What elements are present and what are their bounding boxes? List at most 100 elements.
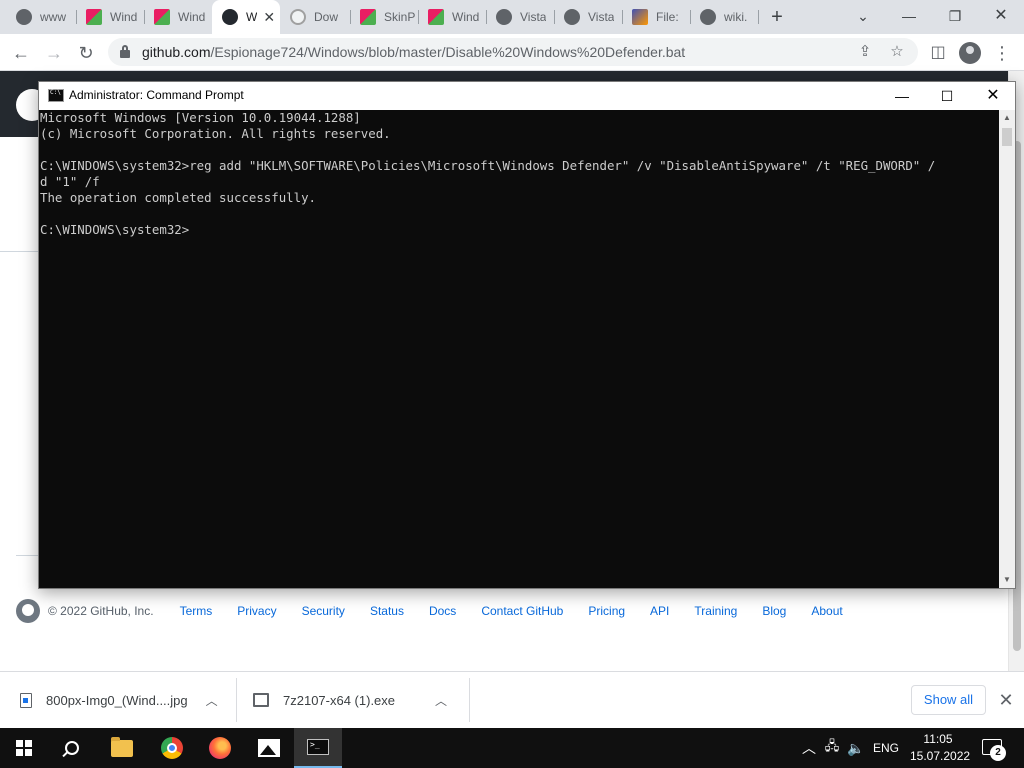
- file-icon: [632, 9, 648, 25]
- cmd-titlebar[interactable]: Administrator: Command Prompt — ☐ ✕: [39, 82, 1015, 110]
- browser-tab[interactable]: Vista: [486, 4, 552, 30]
- tab-title: Wind: [110, 10, 138, 24]
- taskbar-command-prompt[interactable]: [294, 728, 342, 768]
- footer-link-privacy[interactable]: Privacy: [237, 604, 276, 618]
- scrollbar-thumb[interactable]: [1002, 128, 1012, 146]
- tab-title: SkinP: [384, 10, 416, 24]
- footer-link-pricing[interactable]: Pricing: [588, 604, 625, 618]
- show-all-button[interactable]: Show all: [911, 685, 986, 715]
- address-bar[interactable]: github.com/Espionage724/Windows/blob/mas…: [108, 38, 918, 66]
- browser-tab[interactable]: Wind: [418, 4, 484, 30]
- image-file-icon: [20, 692, 32, 708]
- tab-title: Vista: [520, 10, 547, 24]
- close-tab-icon[interactable]: ✕: [263, 9, 275, 26]
- browser-tab-strip: www Wind Wind W ✕ Dow SkinP Wind Vista V…: [0, 0, 1024, 34]
- close-window-icon[interactable]: ✕: [989, 4, 1013, 28]
- url-text[interactable]: github.com/Espionage724/Windows/blob/mas…: [142, 44, 685, 60]
- lock-icon[interactable]: [120, 45, 130, 58]
- scroll-down-icon[interactable]: ▼: [999, 572, 1015, 588]
- search-icon: [65, 741, 79, 755]
- chrome-icon: [161, 737, 183, 759]
- chevron-up-icon[interactable]: ︿: [435, 692, 447, 709]
- chevron-up-icon[interactable]: ︿: [206, 692, 218, 709]
- notification-count-badge: 2: [990, 745, 1006, 761]
- taskbar-chrome[interactable]: [148, 728, 196, 768]
- maximize-icon[interactable]: ☐: [924, 82, 970, 110]
- command-prompt-icon[interactable]: [48, 89, 64, 102]
- folder-icon: [111, 736, 133, 757]
- tab-title: W: [246, 10, 258, 24]
- footer-link-api[interactable]: API: [650, 604, 669, 618]
- footer-link-terms[interactable]: Terms: [180, 604, 213, 618]
- photos-icon: [258, 739, 280, 757]
- show-hidden-icons-chevron-icon[interactable]: ︿: [800, 728, 818, 768]
- console-line: d "1" /f: [40, 174, 100, 189]
- browser-toolbar: ← → ↻ github.com/Espionage724/Windows/bl…: [0, 34, 1024, 71]
- cmd-window-title: Administrator: Command Prompt: [69, 88, 244, 102]
- restore-icon[interactable]: ❐: [943, 4, 967, 28]
- globe-icon: [700, 9, 716, 25]
- scroll-up-icon[interactable]: ▲: [999, 110, 1015, 126]
- tab-title: Wind: [178, 10, 206, 24]
- tab-title: Vista: [588, 10, 615, 24]
- download-item[interactable]: 7z2107-x64 (1).exe ︿: [253, 672, 461, 728]
- side-panel-icon[interactable]: ◫: [925, 40, 951, 66]
- footer-link-status[interactable]: Status: [370, 604, 404, 618]
- command-prompt-window[interactable]: Administrator: Command Prompt — ☐ ✕ Micr…: [38, 81, 1016, 589]
- console-line: C:\WINDOWS\system32>reg add "HKLM\SOFTWA…: [40, 158, 936, 173]
- footer-link-blog[interactable]: Blog: [762, 604, 786, 618]
- minimize-icon[interactable]: —: [879, 82, 925, 110]
- profile-avatar[interactable]: [959, 42, 981, 64]
- browser-tab[interactable]: Dow: [280, 4, 348, 30]
- console-prompt[interactable]: C:\WINDOWS\system32>: [40, 222, 999, 238]
- new-tab-button[interactable]: +: [767, 6, 787, 28]
- start-button[interactable]: [0, 728, 48, 768]
- browser-tab[interactable]: www: [6, 4, 72, 30]
- menu-kebab-icon[interactable]: ⋮: [989, 40, 1015, 66]
- share-icon[interactable]: ⇪: [854, 41, 876, 63]
- taskbar-firefox[interactable]: [196, 728, 244, 768]
- reload-icon[interactable]: ↻: [73, 40, 99, 66]
- browser-tab[interactable]: Vista: [554, 4, 620, 30]
- clock-time: 11:05: [923, 732, 953, 746]
- taskbar-search-button[interactable]: [48, 728, 96, 768]
- cmd-console-output[interactable]: Microsoft Windows [Version 10.0.19044.12…: [39, 110, 999, 588]
- browser-tab[interactable]: Wind: [76, 4, 142, 30]
- language-indicator[interactable]: ENG: [872, 728, 900, 768]
- cmd-scrollbar[interactable]: ▲ ▼: [999, 110, 1015, 588]
- console-line: The operation completed successfully.: [40, 190, 317, 205]
- footer-link-security[interactable]: Security: [302, 604, 345, 618]
- taskbar-file-explorer[interactable]: [98, 728, 146, 768]
- footer-link-training[interactable]: Training: [694, 604, 737, 618]
- globe-icon: [564, 9, 580, 25]
- download-shelf: 800px-Img0_(Wind....jpg ︿ 7z2107-x64 (1)…: [0, 671, 1024, 728]
- back-icon[interactable]: ←: [8, 40, 34, 66]
- close-icon[interactable]: ✕: [996, 688, 1016, 712]
- footer-link-contact[interactable]: Contact GitHub: [481, 604, 563, 618]
- browser-tab[interactable]: SkinP: [350, 4, 416, 30]
- close-icon[interactable]: ✕: [970, 82, 1016, 110]
- url-host: github.com: [142, 44, 211, 60]
- command-prompt-icon: [307, 739, 329, 755]
- minimize-icon[interactable]: —: [897, 4, 921, 28]
- footer-link-docs[interactable]: Docs: [429, 604, 456, 618]
- footer-link-about[interactable]: About: [811, 604, 842, 618]
- bookmark-star-icon[interactable]: ☆: [886, 41, 908, 63]
- browser-tab[interactable]: wiki.: [690, 4, 756, 30]
- skinpack-icon: [428, 9, 444, 25]
- network-icon[interactable]: 🖧: [822, 728, 842, 768]
- browser-tab-active[interactable]: W ✕: [212, 0, 280, 34]
- browser-tab[interactable]: File:: [622, 4, 688, 30]
- tab-search-icon[interactable]: ⌄: [851, 4, 875, 28]
- forward-icon[interactable]: →: [41, 40, 67, 66]
- browser-tab[interactable]: Wind: [144, 4, 210, 30]
- windows-taskbar: ︿ 🖧 🔈 ENG 11:05 15.07.2022 2: [0, 728, 1024, 768]
- github-mark-icon[interactable]: [16, 599, 40, 623]
- divider: [236, 678, 237, 722]
- download-filename: 800px-Img0_(Wind....jpg: [46, 692, 188, 708]
- download-item[interactable]: 800px-Img0_(Wind....jpg ︿: [20, 672, 228, 728]
- taskbar-photos[interactable]: [245, 728, 293, 768]
- volume-icon[interactable]: 🔈: [846, 728, 866, 768]
- clock[interactable]: 11:05 15.07.2022: [910, 731, 970, 765]
